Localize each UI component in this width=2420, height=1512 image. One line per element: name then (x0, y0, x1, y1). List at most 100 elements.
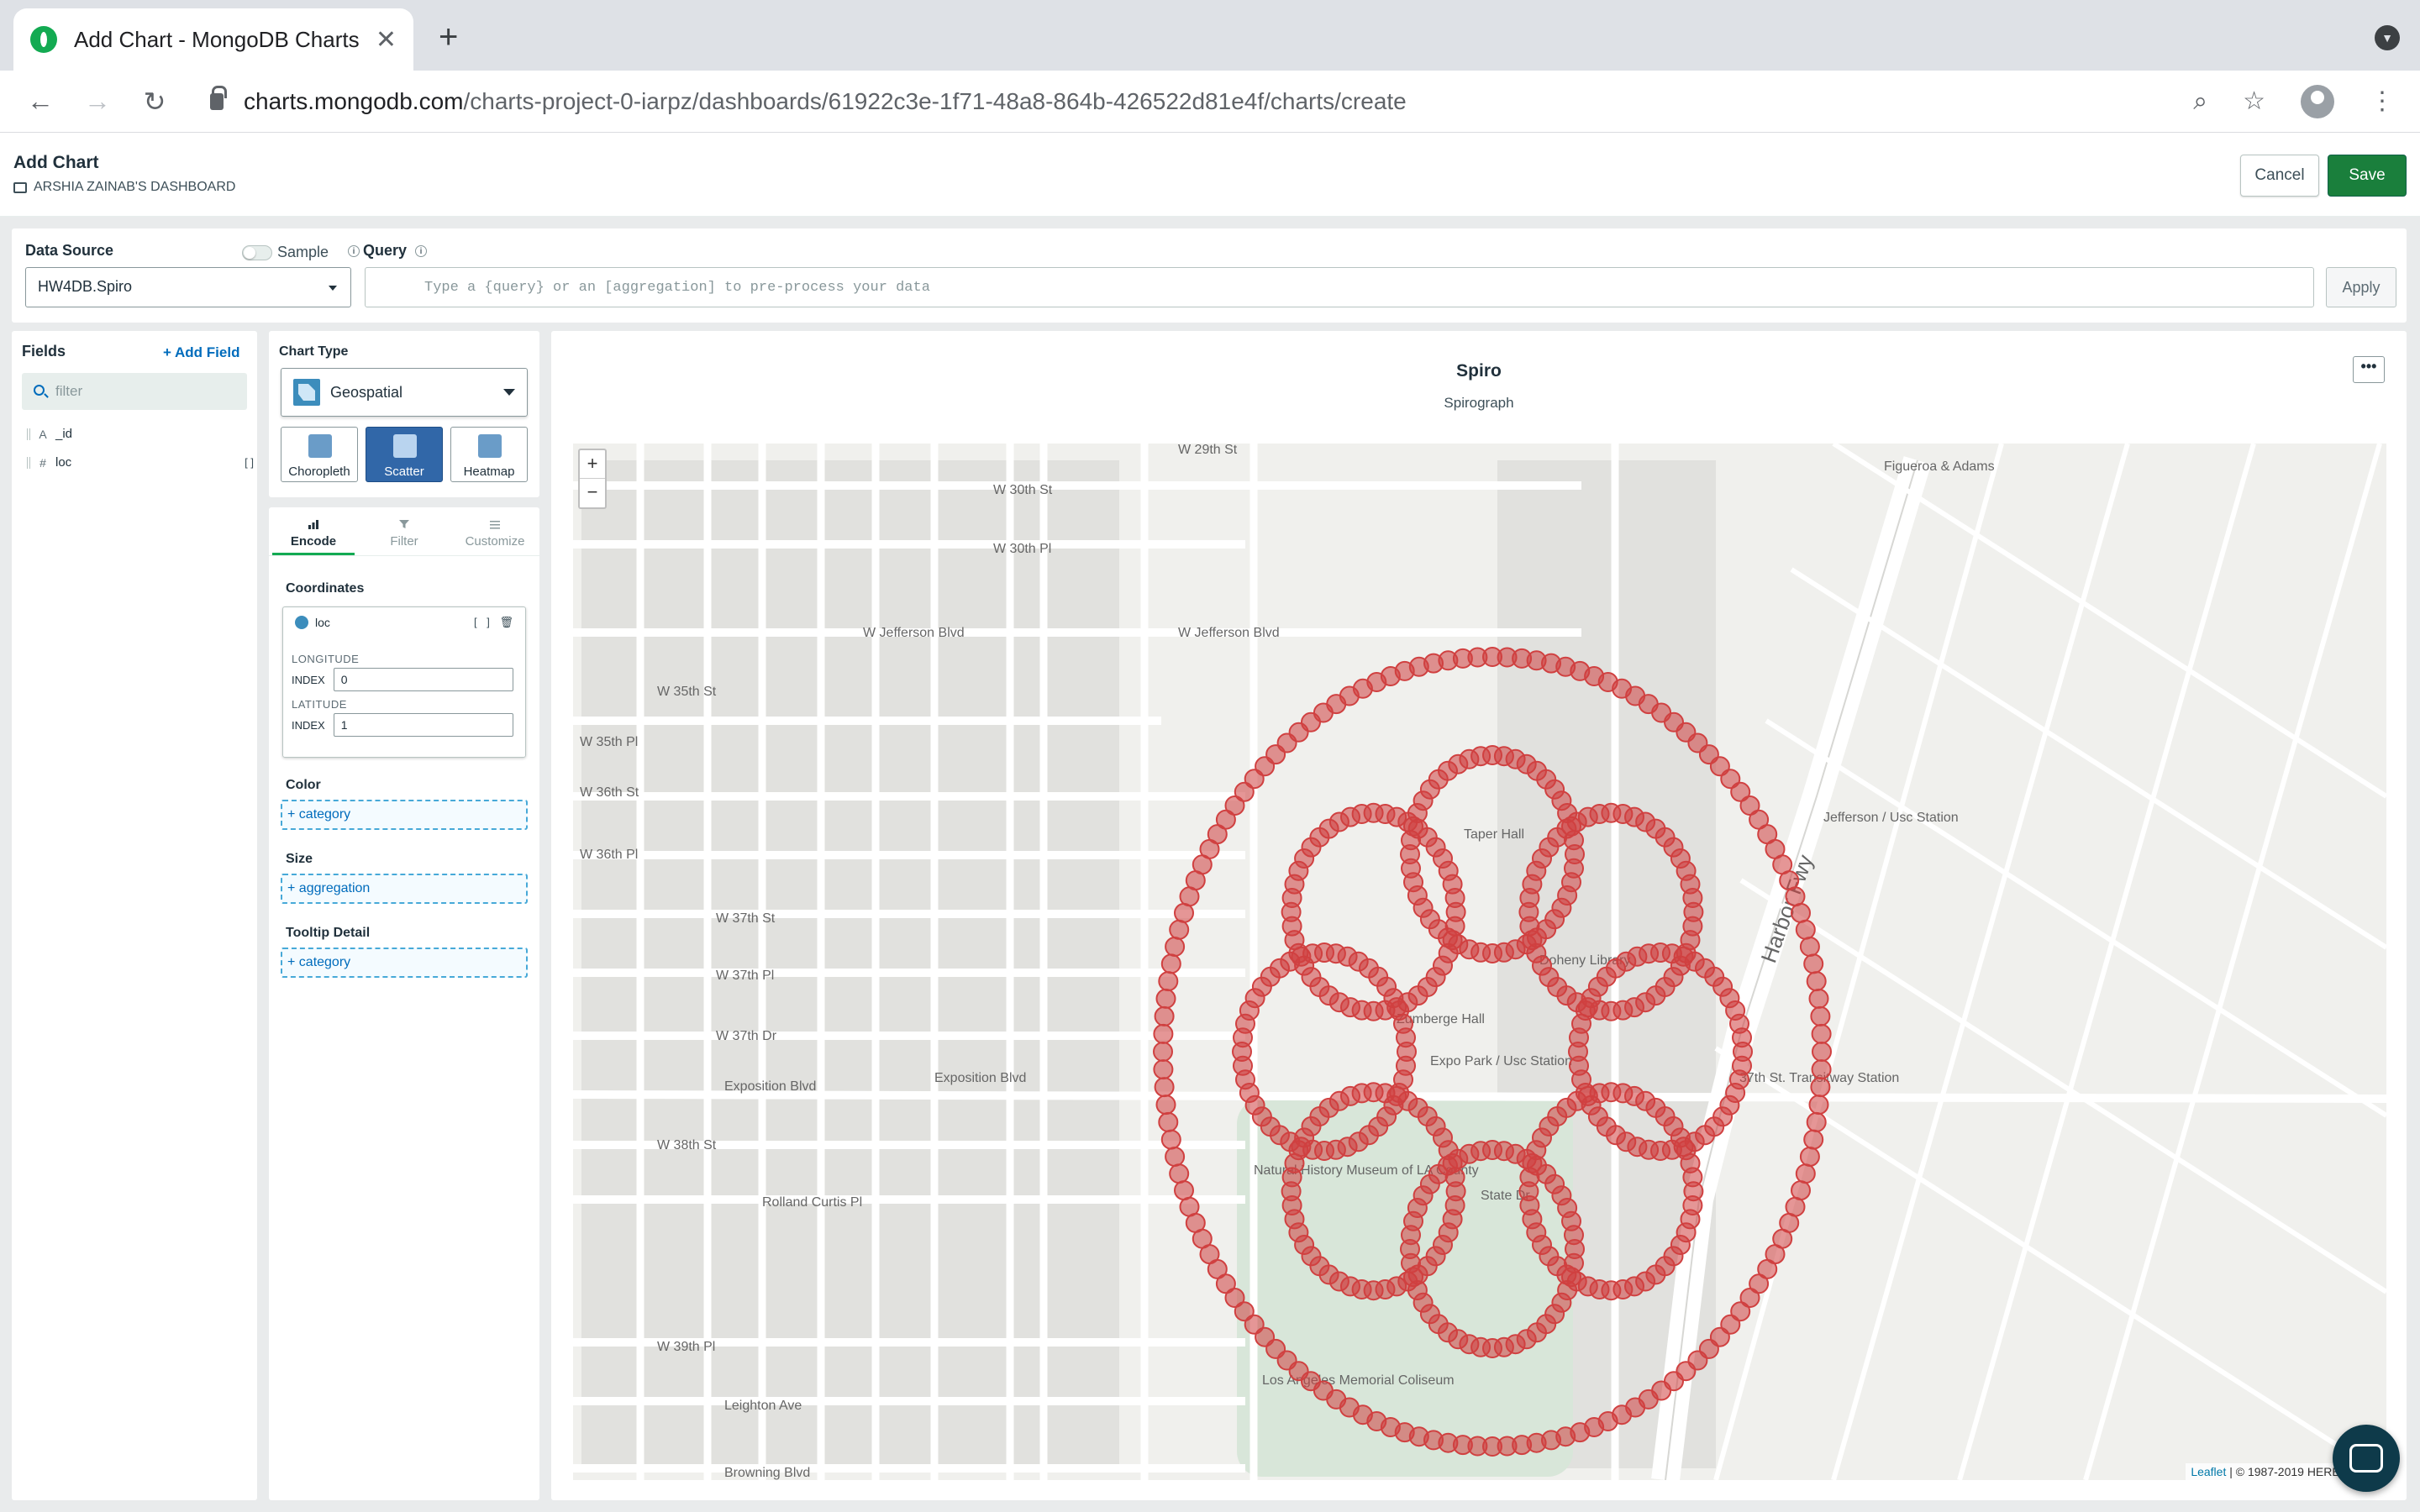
drag-handle-icon[interactable] (27, 456, 30, 469)
latitude-index-input[interactable]: 1 (333, 713, 513, 737)
scatter-point[interactable] (1165, 937, 1186, 957)
longitude-label: LONGITUDE (292, 653, 360, 665)
scatter-point[interactable] (1795, 1163, 1816, 1184)
scatter-point[interactable] (1795, 919, 1816, 940)
zoom-out-button[interactable]: − (580, 479, 605, 507)
subtype-scatter-button[interactable]: Scatter (366, 427, 443, 482)
zoom-magnifier-icon[interactable]: ⌕ (2193, 87, 2207, 116)
browser-menu-icon[interactable]: ⋮ (2370, 87, 2395, 116)
map-label: W 29th St (1178, 444, 1238, 457)
lock-icon[interactable] (210, 85, 227, 110)
color-dropzone[interactable]: + category (281, 800, 528, 830)
size-dropzone[interactable]: + aggregation (281, 874, 528, 904)
browser-tab[interactable]: Add Chart - MongoDB Charts ✕ (13, 8, 413, 71)
query-info-icon[interactable]: i (415, 245, 427, 257)
scatter-point[interactable] (1810, 1077, 1831, 1098)
scatter-point[interactable] (1811, 1023, 1832, 1044)
scatter-point[interactable] (1682, 888, 1703, 908)
scatter-point[interactable] (1160, 1129, 1181, 1150)
field-item-id[interactable]: A _id (27, 427, 254, 441)
map-label: Rolland Curtis Pl (762, 1195, 862, 1210)
sample-toggle[interactable] (242, 245, 272, 260)
scatter-point[interactable] (1806, 1111, 1827, 1132)
forward-arrow-icon[interactable]: → (81, 86, 114, 117)
scatter-point[interactable] (1791, 902, 1811, 923)
back-arrow-icon[interactable]: ← (24, 86, 57, 117)
scatter-point[interactable] (1732, 1027, 1752, 1048)
data-source-label: Data Source (25, 242, 114, 259)
more-options-icon[interactable]: ••• (2353, 356, 2385, 383)
chart-type-select[interactable]: Geospatial (281, 368, 528, 417)
close-tab-icon[interactable]: ✕ (376, 25, 397, 55)
dashboard-icon (13, 181, 27, 193)
scatter-point[interactable] (1808, 1095, 1829, 1116)
tab-customize[interactable]: Customize (450, 519, 539, 549)
drag-handle-icon[interactable] (27, 428, 30, 440)
chat-icon (2349, 1444, 2383, 1473)
tab-encode[interactable]: Encode (269, 519, 358, 555)
cancel-button[interactable]: Cancel (2240, 155, 2319, 197)
leaflet-link[interactable]: Leaflet (2191, 1465, 2226, 1478)
scatter-point[interactable] (1153, 1059, 1174, 1080)
sample-info-icon[interactable]: i (348, 245, 360, 257)
scatter-point[interactable] (1444, 888, 1465, 908)
field-item-loc[interactable]: # loc [ ] (27, 455, 254, 470)
tab-search-icon[interactable]: ▼ (2375, 25, 2400, 50)
scatter-point[interactable] (1812, 1042, 1832, 1062)
scatter-point[interactable] (1808, 988, 1829, 1009)
zoom-in-button[interactable]: + (580, 450, 605, 479)
scatter-point[interactable] (1160, 953, 1181, 974)
scatter-point[interactable] (1158, 1111, 1179, 1132)
scatter-point[interactable] (1396, 1027, 1416, 1048)
subtype-choropleth-button[interactable]: Choropleth (281, 427, 358, 482)
new-tab-icon[interactable]: + (439, 20, 458, 54)
scatter-point[interactable] (1806, 971, 1827, 992)
scatter-point[interactable] (1811, 1059, 1832, 1080)
scatter-point[interactable] (1810, 1005, 1831, 1026)
scatter-point[interactable] (1799, 937, 1820, 957)
coordinates-dropzone[interactable]: loc [ ] 🗑 LONGITUDE INDEX 0 LATITUDE INDE… (282, 606, 526, 758)
tooltip-dropzone[interactable]: + category (281, 948, 528, 978)
scatter-point[interactable] (1174, 1180, 1194, 1201)
query-input[interactable]: Type a {query} or an [aggregation] to pr… (365, 267, 2314, 307)
scatter-point[interactable] (1682, 1167, 1703, 1188)
scatter-point[interactable] (1564, 1225, 1584, 1246)
latitude-index-row: INDEX 1 (292, 713, 513, 737)
scatter-point[interactable] (1444, 1167, 1465, 1188)
subtype-heatmap-button[interactable]: Heatmap (450, 427, 528, 482)
scatter-icon (393, 434, 417, 458)
array-and-delete-icons[interactable]: [ ] 🗑 (474, 616, 517, 629)
coordinates-field-pill[interactable]: loc (295, 616, 330, 629)
address-bar[interactable]: charts.mongodb.com/charts-project-0-iarp… (244, 88, 2193, 115)
scatter-point[interactable] (1803, 953, 1824, 974)
add-field-button[interactable]: + Add Field (163, 344, 239, 361)
scatter-point[interactable] (1158, 971, 1179, 992)
tab-filter[interactable]: Filter (360, 519, 449, 549)
scatter-point[interactable] (1165, 1147, 1186, 1167)
scatter-point[interactable] (1169, 919, 1190, 940)
scatter-point[interactable] (1155, 1095, 1176, 1116)
scatter-point[interactable] (1155, 988, 1176, 1009)
mongodb-leaf-icon (30, 26, 57, 53)
scatter-point[interactable] (1153, 1023, 1174, 1044)
chat-support-button[interactable] (2333, 1425, 2400, 1492)
scatter-point[interactable] (1154, 1077, 1175, 1098)
scatter-point[interactable] (1153, 1042, 1173, 1062)
geospatial-map[interactable]: W 29th St W 30th St W 30th Pl W Jefferso… (573, 444, 2386, 1480)
longitude-index-input[interactable]: 0 (333, 668, 513, 691)
scatter-point[interactable] (1803, 1129, 1824, 1150)
scatter-point[interactable] (1154, 1005, 1175, 1026)
fields-filter-input[interactable]: filter (22, 373, 247, 410)
map-canvas[interactable]: W 29th St W 30th St W 30th Pl W Jefferso… (573, 444, 2386, 1480)
data-source-select[interactable]: HW4DB.Spiro (25, 267, 351, 307)
profile-avatar-icon[interactable] (2301, 84, 2334, 118)
scatter-point[interactable] (1169, 1163, 1190, 1184)
heatmap-icon (478, 434, 502, 458)
map-label: Taper Hall (1464, 827, 1524, 842)
scatter-point[interactable] (1799, 1147, 1820, 1167)
bookmark-star-icon[interactable]: ☆ (2243, 87, 2265, 116)
save-button[interactable]: Save (2328, 155, 2407, 197)
apply-button[interactable]: Apply (2326, 267, 2396, 307)
subtype-label: Choropleth (288, 465, 350, 479)
reload-icon[interactable]: ↻ (138, 86, 171, 118)
